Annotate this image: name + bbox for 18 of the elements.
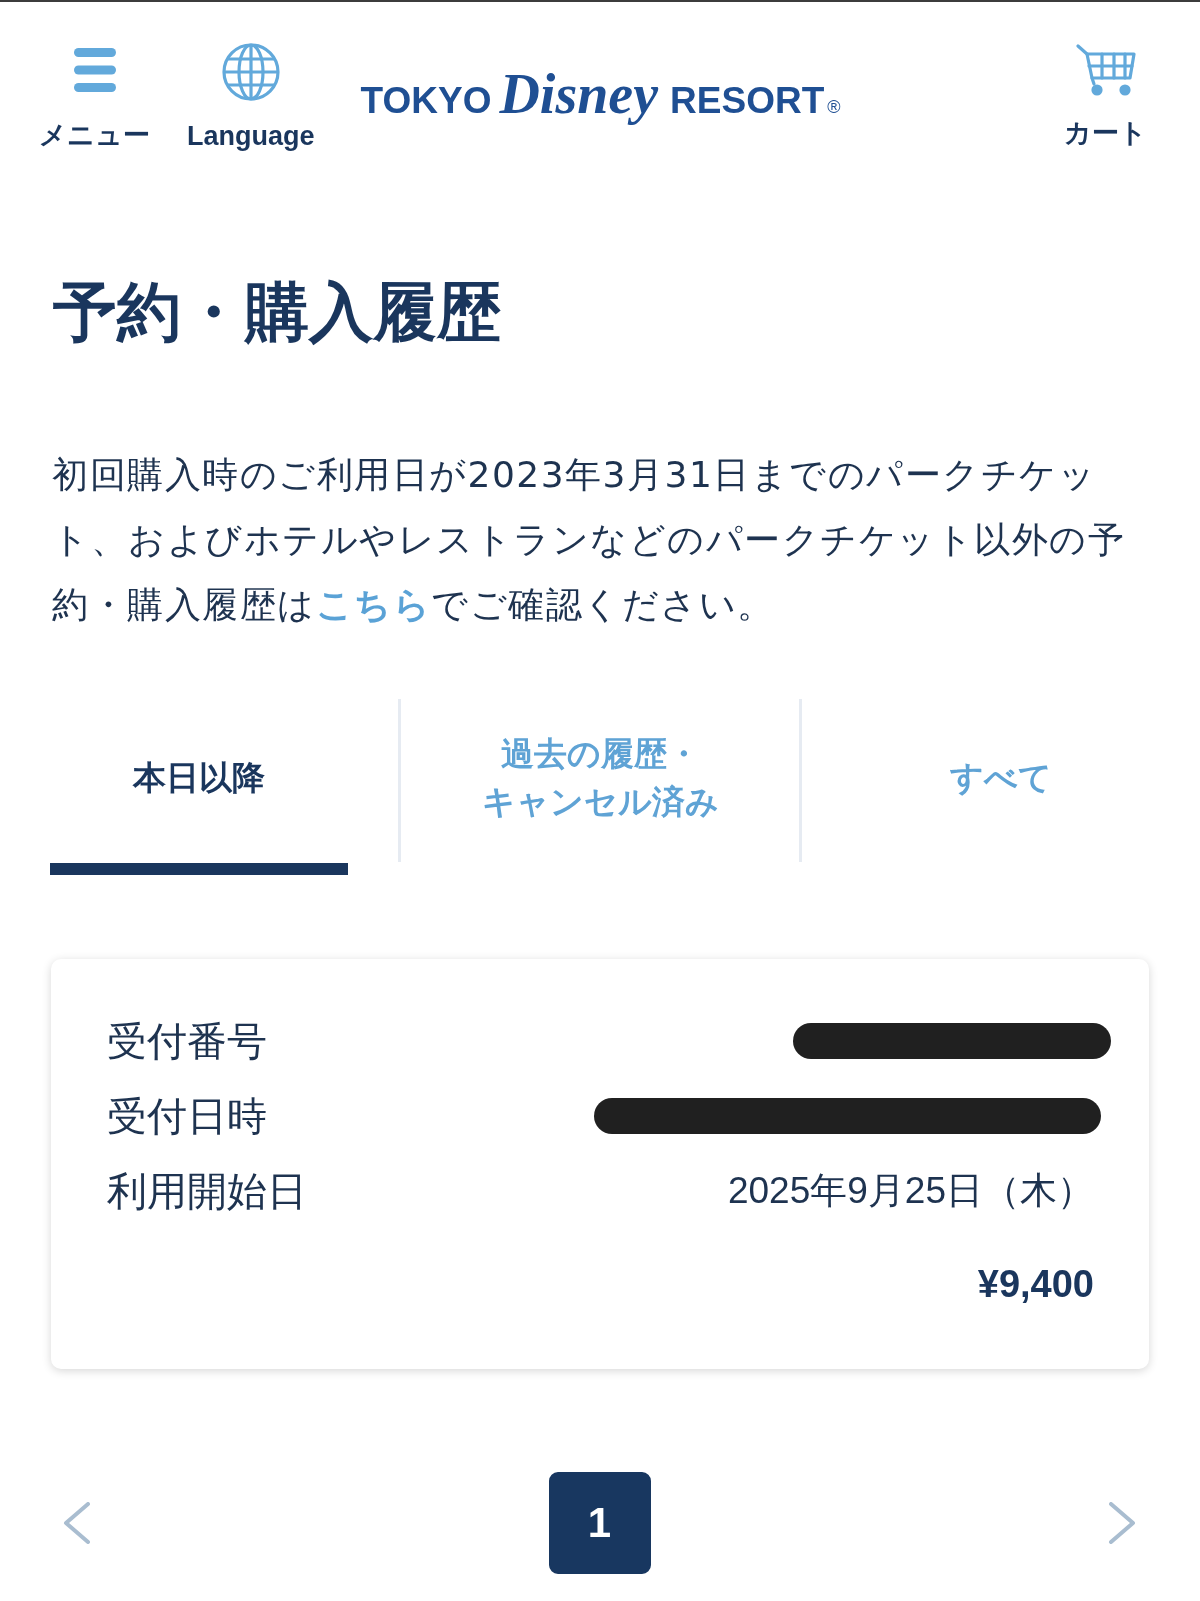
- language-button[interactable]: Language: [187, 43, 315, 153]
- field-label: 受付日時: [107, 1092, 267, 1140]
- page-title: 予約・購入履歴: [53, 275, 501, 350]
- menu-icon: [73, 48, 116, 92]
- cart-icon: [1075, 44, 1136, 96]
- chevron-left-icon[interactable]: [63, 1502, 91, 1544]
- history-card[interactable]: 受付番号 受付日時 利用開始日 2025年9月25日（木） ¥9,400: [51, 959, 1149, 1369]
- chevron-right-icon[interactable]: [1108, 1502, 1136, 1544]
- field-label: 利用開始日: [107, 1167, 307, 1215]
- cart-button[interactable]: カート: [1064, 43, 1147, 150]
- globe-icon: [221, 43, 280, 101]
- field-value: 2025年9月25日（木）: [727, 1168, 1094, 1213]
- page-number-button[interactable]: 1: [548, 1472, 651, 1574]
- menu-button[interactable]: メニュー: [39, 43, 150, 152]
- notice-text: 初回購入時のご利用日が2023年3月31日までのパークチケット、およびホテルやレストランなどのパークチケット以外の予約・購入履歴は こちら でご確認ください。: [52, 453, 1126, 627]
- price-text: ¥9,400: [977, 1262, 1094, 1307]
- field-label: 受付番号: [107, 1017, 267, 1065]
- tab[interactable]: 本日以降: [50, 699, 348, 875]
